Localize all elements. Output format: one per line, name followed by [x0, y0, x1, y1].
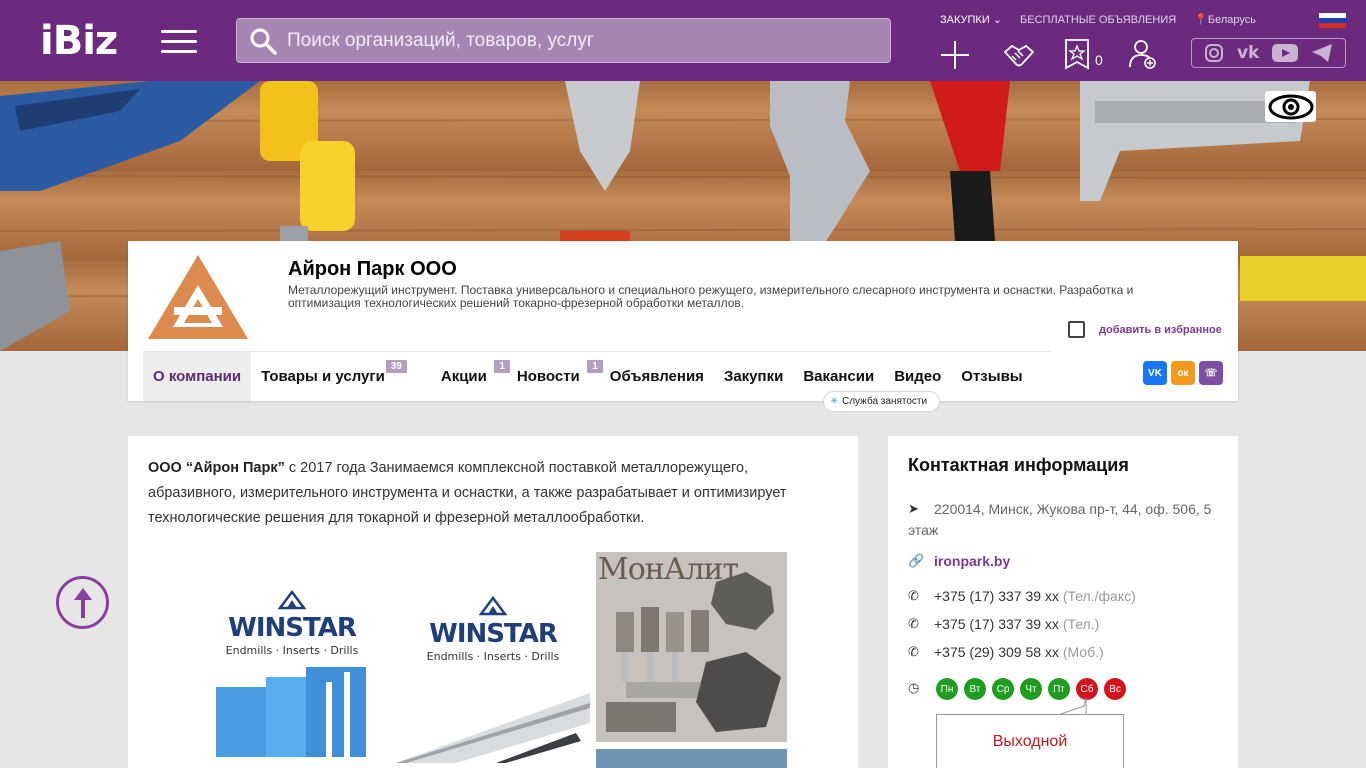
phone-row: ✆ +375 (17) 337 39 хх (Тел.)	[908, 614, 1228, 635]
winstar-logo-icon	[478, 595, 508, 616]
add-favorite-label: добавить в избранное	[1099, 323, 1222, 336]
phone-row: ✆ +375 (29) 309 58 хх (Моб.)	[908, 642, 1228, 663]
website-link[interactable]: ironpark.by	[934, 553, 1010, 569]
snowflake-icon: ✳	[830, 396, 839, 407]
vk-share-icon[interactable]: VK	[1143, 361, 1167, 385]
search-bar	[236, 18, 891, 63]
phone-note: (Моб.)	[1062, 644, 1104, 660]
phone-icon: ✆	[908, 644, 919, 659]
day-thu[interactable]: Чт	[1020, 678, 1042, 700]
phone-note: (Тел.)	[1062, 616, 1100, 632]
site-logo[interactable]: iBiz	[40, 20, 118, 62]
address-row: ➤ 220014, Минск, Жукова пр-т, 44, оф. 50…	[908, 499, 1228, 541]
top-links: ЗАКУПКИ ⌄ БЕСПЛАТНЫЕ ОБЪЯВЛЕНИЯ 📍Беларус…	[940, 13, 1256, 27]
address-text: 220014, Минск, Жукова пр-т, 44, оф. 506,…	[908, 501, 1212, 538]
phone-number[interactable]: +375 (17) 337 39 хх	[934, 588, 1059, 604]
winstar-logo-icon	[277, 589, 307, 610]
tab-ads[interactable]: Объявления	[600, 352, 714, 401]
add-favorite-toggle[interactable]: добавить в избранное	[1068, 321, 1222, 338]
russian-flag-icon[interactable]	[1319, 13, 1346, 28]
add-user-icon[interactable]	[1128, 38, 1158, 70]
drill-boxes-image	[216, 667, 366, 757]
tab-news[interactable]: Новости 1	[507, 352, 603, 401]
winstar-product-image-2[interactable]: WINSTAR Endmills · Inserts · Drills	[396, 595, 590, 768]
tab-about[interactable]: О компании	[143, 352, 252, 401]
company-name: Айрон Парк ООО	[288, 258, 457, 280]
chevron-down-icon: ⌄	[992, 14, 1003, 26]
scroll-to-top-button[interactable]	[56, 576, 109, 629]
phone-icon: ✆	[908, 588, 919, 603]
viber-share-icon[interactable]: ☏	[1199, 361, 1223, 385]
products-count-badge: 39	[385, 360, 407, 373]
website-row: 🔗 ironpark.by	[908, 551, 1228, 572]
favorite-checkbox[interactable]	[1068, 321, 1085, 338]
winstar-product-image-1[interactable]: WINSTAR Endmills · Inserts · Drills	[196, 589, 388, 768]
company-description: Металлорежущий инструмент. Поставка унив…	[288, 283, 1134, 310]
phone-row: ✆ +375 (17) 337 39 хх (Тел./факс)	[908, 586, 1228, 607]
telegram-icon[interactable]	[1311, 43, 1333, 63]
handshake-icon[interactable]	[1002, 38, 1036, 72]
tab-products[interactable]: Товары и услуги 39	[251, 352, 431, 401]
share-buttons: VK ок ☏	[1143, 361, 1223, 385]
odnoklassniki-share-icon[interactable]: ок	[1171, 361, 1195, 385]
search-input[interactable]	[287, 19, 877, 62]
working-days: Пн Вт Ср Чт Пт Сб Вс	[936, 678, 1126, 700]
drill-bit-image	[396, 693, 590, 763]
tab-purchases[interactable]: Закупки	[714, 352, 793, 401]
free-ads-link[interactable]: БЕСПЛАТНЫЕ ОБЪЯВЛЕНИЯ	[1020, 14, 1176, 26]
phone-note: (Тел./факс)	[1062, 588, 1136, 604]
product-image-partial[interactable]	[596, 749, 787, 768]
youtube-icon[interactable]	[1271, 44, 1298, 62]
social-links: vk	[1191, 38, 1346, 68]
abrasive-tools-image	[606, 572, 781, 732]
link-icon: 🔗	[908, 553, 925, 568]
company-logo	[148, 255, 248, 339]
company-card: Айрон Парк ООО Металлорежущий инструмент…	[128, 241, 1238, 412]
phone-number[interactable]: +375 (29) 309 58 хх	[934, 644, 1059, 660]
day-sun[interactable]: Вс	[1104, 678, 1126, 700]
instagram-icon[interactable]	[1204, 43, 1224, 63]
purchases-link[interactable]: ЗАКУПКИ ⌄	[940, 13, 1002, 26]
phone-icon: ✆	[908, 616, 919, 631]
favorites-count: 0	[1095, 52, 1103, 68]
about-text: ООО “Айрон Парк” с 2017 года Занимаемся …	[148, 460, 787, 526]
location-arrow-icon: ➤	[908, 501, 919, 516]
favorites-star-icon[interactable]	[1064, 38, 1090, 70]
employment-service-callout[interactable]: ✳ Служба занятости	[823, 391, 941, 412]
tab-reviews[interactable]: Отзывы	[951, 352, 1032, 401]
contacts-title: Контактная информация	[908, 455, 1129, 475]
day-fri[interactable]: Пт	[1048, 678, 1070, 700]
day-mon[interactable]: Пн	[936, 678, 958, 700]
day-wed[interactable]: Ср	[992, 678, 1014, 700]
clock-icon: ◷	[908, 680, 920, 695]
today-status-bubble: Выходной	[936, 714, 1124, 768]
add-icon[interactable]	[938, 38, 972, 72]
day-tue[interactable]: Вт	[964, 678, 986, 700]
region-link[interactable]: 📍Беларусь	[1194, 13, 1256, 26]
phone-number[interactable]: +375 (17) 337 39 хх	[934, 616, 1059, 632]
top-header: iBiz ЗАКУПКИ ⌄ БЕСПЛАТНЫЕ ОБЪЯВЛЕНИЯ 📍Бе…	[0, 0, 1366, 81]
arrow-up-icon	[73, 587, 92, 618]
tab-promotions[interactable]: Акции 1	[431, 352, 510, 401]
location-pin-icon: 📍	[1194, 14, 1208, 26]
monalit-product-image[interactable]: МонАлит	[596, 552, 787, 742]
search-icon[interactable]	[249, 27, 277, 55]
vk-icon[interactable]: vk	[1237, 43, 1259, 63]
accessibility-eye-icon[interactable]	[1265, 91, 1316, 122]
day-sat[interactable]: Сб	[1076, 678, 1098, 700]
menu-icon[interactable]	[161, 30, 197, 54]
